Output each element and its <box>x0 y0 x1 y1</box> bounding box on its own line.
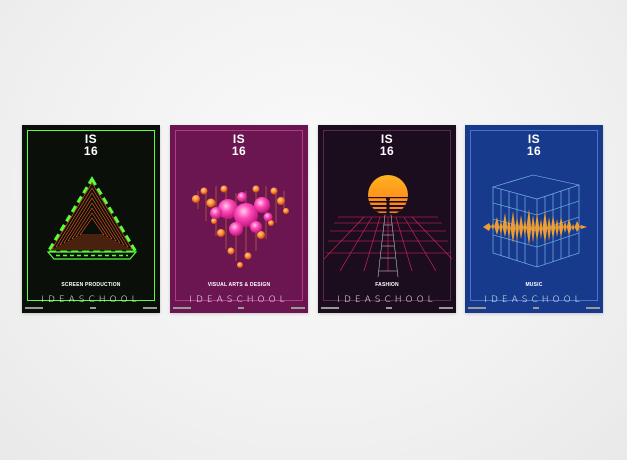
poster-wordmark: IDEASCHOOL <box>484 295 584 305</box>
triangle-artwork <box>45 176 139 260</box>
poster-category: FASHION <box>375 282 399 288</box>
cube-waveform-artwork <box>483 174 587 268</box>
poster-footer <box>468 306 600 310</box>
gallery-wall: { "posters": [ { "title_line1": "IS", "t… <box>0 0 627 460</box>
poster-screen-production: IS 16 SCREEN PRODUCTION IDEASCHOOL <box>22 125 160 313</box>
poster-category: VISUAL ARTS & DESIGN <box>207 282 271 288</box>
poster-footer <box>173 306 305 310</box>
poster-frame: IS 16 <box>323 130 452 305</box>
bubble-heart-artwork <box>192 185 289 268</box>
poster-visual-arts-design: IS 16 VISUAL ARTS & DESIGN IDEASCHOOL <box>170 125 308 313</box>
poster-category: MUSIC <box>525 282 543 288</box>
sunset-grid-artwork <box>324 175 452 278</box>
poster-fashion: IS 16 FASHION IDEASCHOOL <box>318 125 456 313</box>
poster-frame: IS 16 MUSIC IDEASCHOOL <box>470 130 598 305</box>
poster-footer <box>321 306 453 310</box>
poster-wordmark: IDEASCHOOL <box>41 295 141 305</box>
poster-frame: IS 16 <box>175 130 303 305</box>
poster-frame: IS 16 SCREEN PRODUCTION IDEASCHOOL <box>27 130 155 305</box>
poster-category: SCREEN PRODUCTION <box>61 282 121 288</box>
poster-music: IS 16 MUSIC IDEASCHOOL <box>465 125 603 313</box>
poster-wordmark: IDEASCHOOL <box>189 295 289 305</box>
poster-footer <box>25 306 157 310</box>
poster-wordmark: IDEASCHOOL <box>337 295 437 305</box>
